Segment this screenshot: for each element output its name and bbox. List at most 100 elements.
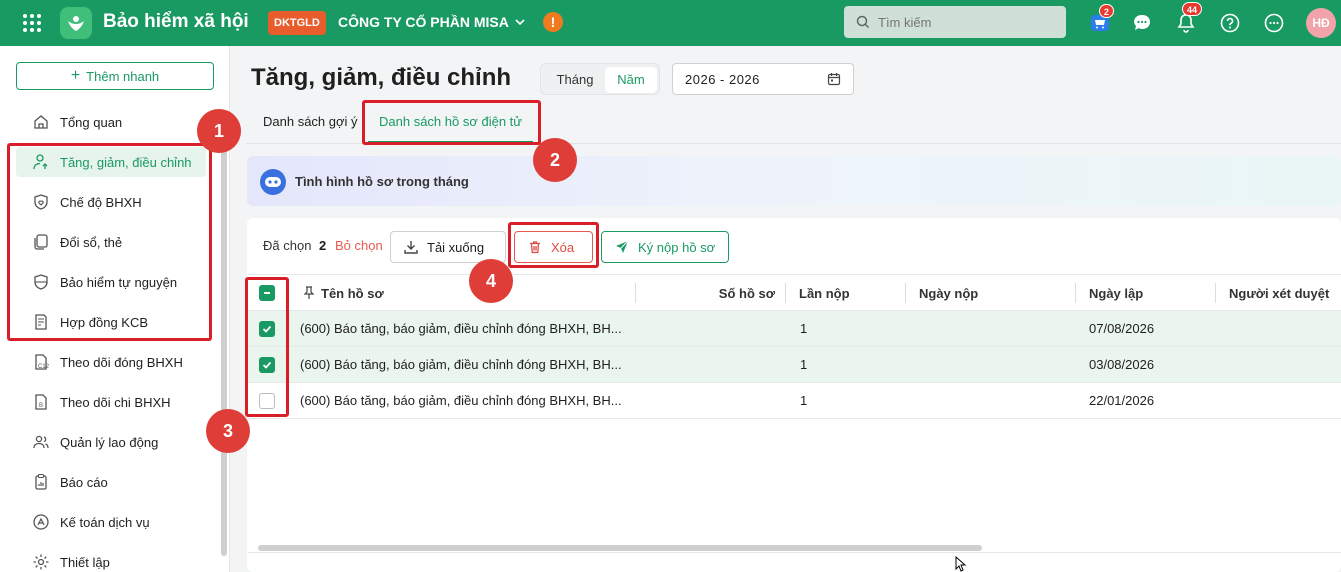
bot-icon bbox=[260, 169, 286, 195]
callout-badge-1: 1 bbox=[197, 109, 241, 153]
svg-text:B: B bbox=[39, 403, 43, 409]
gear-icon bbox=[33, 554, 49, 570]
svg-text:C12: C12 bbox=[38, 364, 50, 370]
sidebar-scrollbar[interactable] bbox=[221, 116, 227, 556]
sidebar-item-label: Theo dõi đóng BHXH bbox=[60, 354, 183, 370]
cell-ngay-lap: 03/08/2026 bbox=[1089, 357, 1155, 372]
sidebar-item-thiet-lap[interactable]: Thiết lập bbox=[16, 547, 206, 572]
page-title: Tăng, giảm, điều chỉnh bbox=[251, 64, 512, 91]
more-button[interactable] bbox=[1260, 9, 1288, 37]
download-label: Tải xuống bbox=[427, 239, 485, 255]
cell-so-ho-so bbox=[640, 311, 775, 347]
toggle-month[interactable]: Tháng bbox=[547, 68, 603, 92]
column-divider[interactable] bbox=[785, 283, 786, 303]
calendar-icon bbox=[827, 73, 841, 86]
column-header-nguoi-xet-duyet[interactable]: Người xét duyệt bbox=[1229, 275, 1329, 311]
help-button[interactable] bbox=[1216, 9, 1244, 37]
home-icon bbox=[34, 115, 48, 129]
date-range-picker[interactable]: 2026 - 2026 bbox=[672, 63, 854, 95]
callout-badge-3: 3 bbox=[206, 409, 250, 453]
sidebar-item-tong-quan[interactable]: Tổng quan bbox=[16, 107, 206, 137]
sign-submit-label: Ký nộp hồ sơ bbox=[638, 239, 716, 255]
column-header-lan-nop[interactable]: Lần nộp bbox=[799, 275, 850, 311]
deselect-link[interactable]: Bỏ chọn bbox=[335, 238, 383, 253]
more-icon bbox=[1264, 13, 1284, 33]
table-horizontal-scrollbar[interactable] bbox=[258, 545, 982, 551]
quick-add-button[interactable]: + Thêm nhanh bbox=[16, 62, 214, 90]
table-top-border bbox=[248, 274, 1341, 275]
company-selector[interactable]: CÔNG TY CỔ PHẦN MISA bbox=[338, 14, 525, 30]
highlight-box-sidebar bbox=[7, 143, 212, 341]
period-toggle: Tháng Năm bbox=[540, 63, 660, 95]
callout-badge-4: 4 bbox=[469, 259, 513, 303]
accounting-icon bbox=[33, 514, 49, 530]
sidebar-item-label: Thiết lập bbox=[60, 554, 110, 570]
sidebar-item-theo-doi-chi-bhxh[interactable]: B Theo dõi chi BHXH bbox=[16, 387, 206, 417]
mouse-cursor-icon bbox=[955, 556, 967, 572]
company-code-badge: DKTGLD bbox=[268, 11, 326, 35]
column-header-so-ho-so[interactable]: Số hồ sơ bbox=[640, 275, 775, 311]
table-row[interactable]: (600) Báo tăng, báo giảm, điều chỉnh đón… bbox=[248, 311, 1341, 347]
date-range-value: 2026 - 2026 bbox=[685, 71, 760, 87]
cell-lan-nop: 1 bbox=[800, 393, 808, 408]
column-header-ten-ho-so[interactable]: Tên hồ sơ bbox=[321, 275, 384, 311]
send-icon bbox=[616, 240, 629, 253]
sidebar-item-theo-doi-dong-bhxh[interactable]: C12 Theo dõi đóng BHXH bbox=[16, 347, 206, 377]
download-icon bbox=[404, 241, 418, 254]
sidebar-item-label: Báo cáo bbox=[60, 474, 108, 490]
chevron-down-icon bbox=[515, 19, 525, 26]
callout-badge-2: 2 bbox=[533, 138, 577, 182]
table-row[interactable]: (600) Báo tăng, báo giảm, điều chỉnh đón… bbox=[248, 383, 1341, 419]
avatar[interactable]: HĐ bbox=[1306, 8, 1336, 38]
banner-text: Tình hình hồ sơ trong tháng bbox=[295, 174, 469, 189]
help-icon bbox=[1220, 13, 1240, 33]
column-divider[interactable] bbox=[1075, 283, 1076, 303]
cell-ngay-lap: 07/08/2026 bbox=[1089, 321, 1155, 336]
cell-ten-ho-so: (600) Báo tăng, báo giảm, điều chỉnh đón… bbox=[300, 393, 622, 408]
search-input[interactable] bbox=[878, 14, 1048, 30]
toggle-year[interactable]: Năm bbox=[605, 67, 657, 93]
table-row[interactable]: (600) Báo tăng, báo giảm, điều chỉnh đón… bbox=[248, 347, 1341, 383]
cell-ten-ho-so: (600) Báo tăng, báo giảm, điều chỉnh đón… bbox=[300, 357, 622, 372]
cell-so-ho-so bbox=[640, 347, 775, 383]
highlight-box-delete bbox=[508, 222, 599, 268]
notification-count-badge: 44 bbox=[1182, 2, 1203, 16]
sidebar-item-label: Kế toán dịch vụ bbox=[60, 514, 150, 530]
c12-doc-icon: C12 bbox=[35, 354, 50, 370]
sign-submit-button[interactable]: Ký nộp hồ sơ bbox=[601, 231, 729, 263]
column-header-ngay-lap[interactable]: Ngày lập bbox=[1089, 275, 1143, 311]
search-icon bbox=[856, 15, 870, 29]
app-grid-icon[interactable] bbox=[21, 12, 43, 34]
sidebar-item-bao-cao[interactable]: Báo cáo bbox=[16, 467, 206, 497]
column-header-ngay-nop[interactable]: Ngày nộp bbox=[919, 275, 978, 311]
search-box[interactable] bbox=[844, 6, 1066, 38]
column-divider[interactable] bbox=[905, 283, 906, 303]
cell-lan-nop: 1 bbox=[800, 357, 808, 372]
cell-ngay-lap: 22/01/2026 bbox=[1089, 393, 1155, 408]
selected-count: 2 bbox=[319, 238, 327, 253]
sidebar-item-ke-toan-dich-vu[interactable]: Kế toán dịch vụ bbox=[16, 507, 206, 537]
cell-so-ho-so bbox=[640, 383, 775, 419]
chat-icon bbox=[1134, 15, 1150, 30]
selected-label: Đã chọn bbox=[263, 238, 312, 253]
sidebar-item-quan-ly-lao-dong[interactable]: Quản lý lao động bbox=[16, 427, 206, 457]
sidebar-item-label: Tổng quan bbox=[60, 114, 123, 130]
tab-danh-sach-goi-y[interactable]: Danh sách gợi ý bbox=[263, 105, 358, 143]
cell-ten-ho-so: (600) Báo tăng, báo giảm, điều chỉnh đón… bbox=[300, 321, 622, 336]
chat-button[interactable] bbox=[1128, 9, 1156, 37]
highlight-box-checkboxes bbox=[245, 277, 289, 417]
warning-icon[interactable]: ! bbox=[543, 12, 563, 32]
app-logo bbox=[60, 7, 92, 39]
users-icon bbox=[33, 435, 49, 449]
notification-button[interactable]: 44 bbox=[1172, 2, 1203, 37]
highlight-box-tab bbox=[362, 100, 541, 145]
company-name: CÔNG TY CỔ PHẦN MISA bbox=[338, 14, 509, 30]
pin-icon[interactable] bbox=[303, 286, 315, 300]
cart-count-badge: 2 bbox=[1099, 4, 1115, 18]
table-footer-border bbox=[248, 552, 1341, 553]
report-icon bbox=[35, 473, 47, 490]
column-divider[interactable] bbox=[1215, 283, 1216, 303]
column-divider[interactable] bbox=[635, 283, 636, 303]
cart-button[interactable]: 2 bbox=[1086, 4, 1115, 37]
sidebar-item-label: Theo dõi chi BHXH bbox=[60, 394, 171, 410]
